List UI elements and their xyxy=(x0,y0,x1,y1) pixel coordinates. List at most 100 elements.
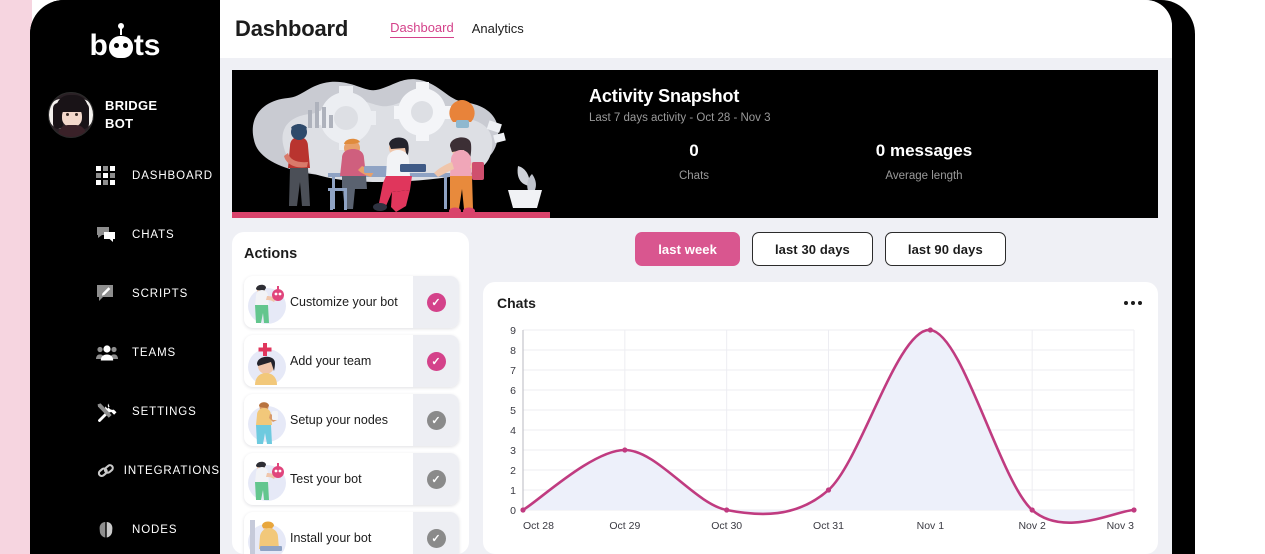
svg-text:Nov 1: Nov 1 xyxy=(917,520,945,532)
content-area: Activity Snapshot Last 7 days activity -… xyxy=(220,58,1172,554)
check-icon: ✓ xyxy=(426,292,446,312)
chart-title: Chats xyxy=(497,295,536,311)
profile-name-line2: BOT xyxy=(105,116,134,131)
actions-card: Actions Customize your bot ✓ Add your te… xyxy=(232,232,469,554)
svg-text:3: 3 xyxy=(510,445,516,457)
add-person-illustration xyxy=(244,335,290,387)
main-panel: Dashboard Dashboard Analytics Activity S… xyxy=(220,0,1172,554)
banner-stats: 0 Chats 0 messages Average length xyxy=(589,141,1158,182)
sidebar-item-teams[interactable]: TEAMS xyxy=(30,337,220,368)
sidebar-item-nodes[interactable]: NODES xyxy=(30,514,220,545)
svg-text:Oct 29: Oct 29 xyxy=(609,520,640,532)
stat-chats: 0 Chats xyxy=(589,141,799,182)
range-button-last-90-days[interactable]: last 90 days xyxy=(884,232,1006,266)
action-item-install-your-bot[interactable]: Install your bot ✓ xyxy=(244,512,459,554)
sidebar-item-label: SCRIPTS xyxy=(132,287,189,300)
svg-text:4: 4 xyxy=(510,425,516,437)
link-icon xyxy=(96,461,124,481)
sidebar-item-dashboard[interactable]: DASHBOARD xyxy=(30,160,220,191)
chat-bubbles-icon xyxy=(96,226,132,244)
chart-svg: 0 1 2 3 4 5 6 7 8 9 Oct 28 Oct 29 Oct 30 Oct 31 Nov 1 N… xyxy=(510,325,1137,532)
svg-text:5: 5 xyxy=(510,405,516,417)
svg-text:1: 1 xyxy=(510,485,516,497)
brain-icon xyxy=(96,520,132,540)
action-item-customize-your-bot[interactable]: Customize your bot ✓ xyxy=(244,276,459,328)
logo-text-left: b xyxy=(89,29,108,63)
sidebar-item-chats[interactable]: CHATS xyxy=(30,219,220,250)
stat-value: 0 xyxy=(689,141,699,160)
action-item-setup-your-nodes[interactable]: Setup your nodes ✓ xyxy=(244,394,459,446)
svg-text:8: 8 xyxy=(510,345,516,357)
range-button-last-30-days[interactable]: last 30 days xyxy=(751,232,873,266)
sidebar-item-scripts[interactable]: SCRIPTS xyxy=(30,278,220,309)
action-label: Install your bot xyxy=(290,531,372,545)
banner-subtitle: Last 7 days activity - Oct 28 - Nov 3 xyxy=(589,112,771,124)
check-icon: ✓ xyxy=(426,469,446,489)
actions-title: Actions xyxy=(244,246,298,262)
page-backdrop xyxy=(0,0,32,554)
svg-text:9: 9 xyxy=(510,325,516,337)
svg-text:Nov 3: Nov 3 xyxy=(1107,520,1135,532)
sidebar-item-settings[interactable]: SETTINGS xyxy=(30,396,220,427)
svg-text:Oct 30: Oct 30 xyxy=(711,520,742,532)
sidebar-item-label: CHATS xyxy=(132,228,175,241)
action-label: Test your bot xyxy=(290,472,362,486)
sidebar-item-integrations[interactable]: INTEGRATIONS xyxy=(30,455,220,486)
sidebar-item-label: SETTINGS xyxy=(132,405,197,418)
action-status[interactable]: ✓ xyxy=(413,335,459,387)
activity-snapshot-banner: Activity Snapshot Last 7 days activity -… xyxy=(232,70,1158,218)
tab-analytics[interactable]: Analytics xyxy=(472,21,524,38)
action-status[interactable]: ✓ xyxy=(413,394,459,446)
tools-icon xyxy=(96,402,132,422)
grid-icon xyxy=(96,166,132,185)
header-tabs: Dashboard Analytics xyxy=(390,20,524,38)
svg-text:0: 0 xyxy=(510,505,516,517)
chart-plot: 0 1 2 3 4 5 6 7 8 9 Oct 28 Oct 29 Oct 30 Oct 31 Nov 1 N… xyxy=(497,324,1142,536)
team-working-illustration xyxy=(232,70,550,218)
device-frame: b ts BRIDGE BOT DASHBOARD CHATS SCRIPTS … xyxy=(30,0,1195,554)
svg-text:Oct 31: Oct 31 xyxy=(813,520,844,532)
action-label: Setup your nodes xyxy=(290,413,388,427)
svg-text:2: 2 xyxy=(510,465,516,477)
range-button-last-week[interactable]: last week xyxy=(635,232,740,266)
page-title: Dashboard xyxy=(235,16,349,41)
check-icon: ✓ xyxy=(426,410,446,430)
profile-name: BRIDGE BOT xyxy=(105,97,157,133)
top-bar: Dashboard Dashboard Analytics xyxy=(220,0,1172,58)
sidebar-nav: DASHBOARD CHATS SCRIPTS TEAMS SETTINGS I… xyxy=(30,160,220,554)
people-icon xyxy=(96,344,132,361)
screen-root: b ts BRIDGE BOT DASHBOARD CHATS SCRIPTS … xyxy=(0,0,1265,554)
plant xyxy=(508,166,542,208)
avatar xyxy=(48,92,94,138)
person-phone-illustration xyxy=(244,394,290,446)
app-logo[interactable]: b ts xyxy=(30,23,220,63)
profile-block[interactable]: BRIDGE BOT xyxy=(48,92,218,138)
action-label: Add your team xyxy=(290,354,372,368)
pencil-bubble-icon xyxy=(96,284,132,304)
range-button-group: last week last 30 days last 90 days xyxy=(483,232,1158,266)
lower-section: Actions Customize your bot ✓ Add your te… xyxy=(232,232,1158,554)
action-item-add-your-team[interactable]: Add your team ✓ xyxy=(244,335,459,387)
profile-name-line1: BRIDGE xyxy=(105,97,158,113)
banner-title: Activity Snapshot xyxy=(589,86,740,106)
stat-label: Chats xyxy=(678,170,710,182)
person-laptop-illustration xyxy=(244,512,290,554)
robot-head-icon xyxy=(108,23,133,59)
svg-text:7: 7 xyxy=(510,365,516,377)
sidebar: b ts BRIDGE BOT DASHBOARD CHATS SCRIPTS … xyxy=(30,0,220,554)
action-status[interactable]: ✓ xyxy=(413,512,459,554)
chart-header: Chats xyxy=(497,295,1142,311)
check-icon: ✓ xyxy=(426,528,446,548)
logo-text-right: ts xyxy=(133,29,161,63)
action-item-test-your-bot[interactable]: Test your bot ✓ xyxy=(244,453,459,505)
action-status[interactable]: ✓ xyxy=(413,276,459,328)
stat-label: Average length xyxy=(885,170,963,182)
tab-dashboard[interactable]: Dashboard xyxy=(390,20,454,38)
svg-text:6: 6 xyxy=(510,385,516,397)
more-horizontal-icon[interactable] xyxy=(1124,295,1142,305)
action-label: Customize your bot xyxy=(290,295,398,309)
action-status[interactable]: ✓ xyxy=(413,453,459,505)
person-with-bot-illustration xyxy=(244,453,290,505)
stat-average-length: 0 messages Average length xyxy=(799,141,1049,182)
svg-text:Oct 28: Oct 28 xyxy=(523,520,554,532)
